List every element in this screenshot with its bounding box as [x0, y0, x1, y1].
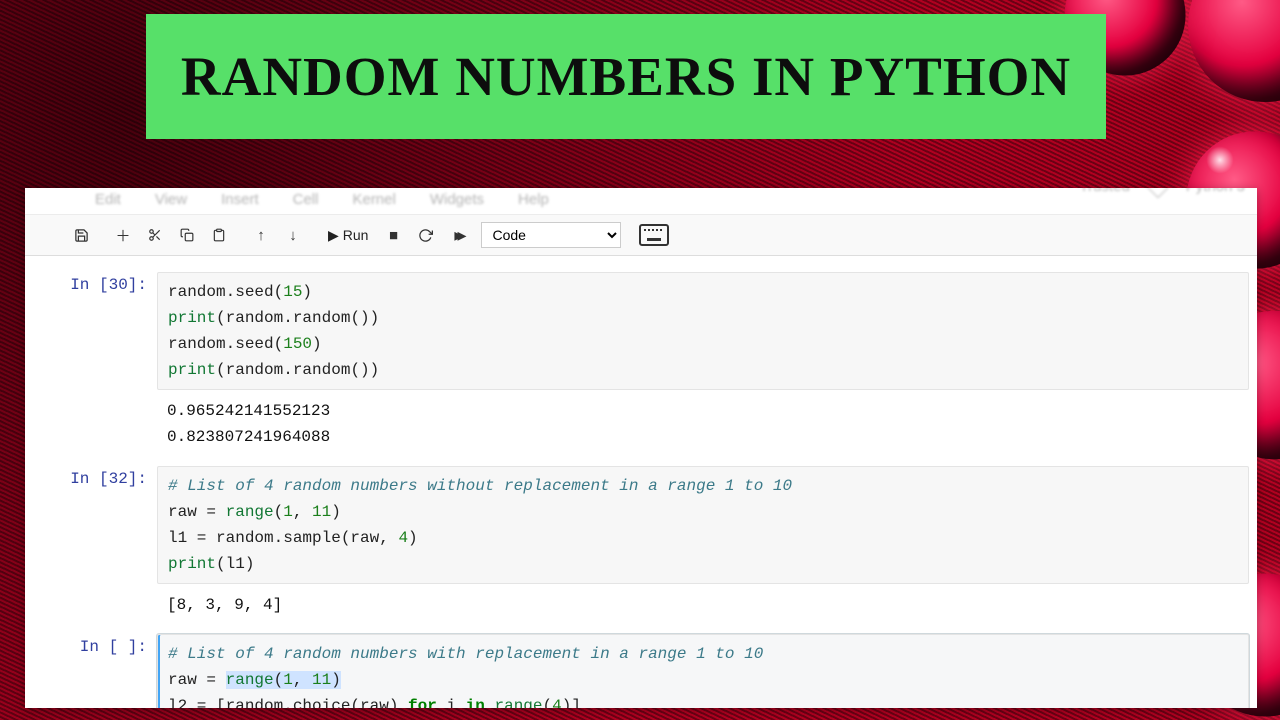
restart-run-all-button[interactable]: ▸▸ [441, 221, 473, 249]
cell-output: 0.965242141552123 0.823807241964088 [157, 390, 1249, 454]
move-cell-down-button[interactable]: ↓ [277, 221, 309, 249]
code-input-area[interactable]: # List of 4 random numbers without repla… [157, 466, 1249, 584]
kernel-indicator[interactable]: Python 3 [1186, 188, 1245, 195]
menu-cell[interactable]: Cell [293, 191, 319, 208]
run-cell-button[interactable]: ▶ Run [319, 221, 377, 249]
menu-view[interactable]: View [155, 191, 187, 208]
code-content[interactable]: # List of 4 random numbers with replacem… [168, 641, 1238, 708]
cell-type-select[interactable]: Code [481, 222, 621, 248]
jupyter-notebook-window: Edit View Insert Cell Kernel Widgets Hel… [25, 188, 1257, 708]
save-button[interactable] [65, 221, 97, 249]
input-prompt: In [32]: [55, 466, 157, 622]
cut-cell-button[interactable] [139, 221, 171, 249]
notebook-cells: In [30]:random.seed(15) print(random.ran… [25, 256, 1257, 708]
edit-mode-icon [1146, 188, 1169, 198]
trusted-indicator[interactable]: Trusted [1079, 188, 1129, 195]
page-title: RANDOM NUMBERS IN PYTHON [181, 45, 1071, 108]
code-input-area[interactable]: # List of 4 random numbers with replacem… [157, 634, 1249, 708]
cell-body: # List of 4 random numbers without repla… [157, 466, 1249, 622]
toolbar: ＋ ↑ ↓ ▶ Run ■ ▸▸ Code [25, 215, 1257, 256]
insert-cell-below-button[interactable]: ＋ [107, 221, 139, 249]
input-prompt: In [30]: [55, 272, 157, 454]
code-cell[interactable]: In [30]:random.seed(15) print(random.ran… [25, 266, 1257, 460]
run-label: Run [343, 227, 369, 243]
menu-widgets[interactable]: Widgets [430, 191, 484, 208]
menu-edit[interactable]: Edit [95, 191, 121, 208]
cell-output: [8, 3, 9, 4] [157, 584, 1249, 622]
code-input-area[interactable]: random.seed(15) print(random.random()) r… [157, 272, 1249, 390]
input-prompt: In [ ]: [55, 634, 157, 708]
code-cell[interactable]: In [ ]:# List of 4 random numbers with r… [25, 628, 1257, 708]
menubar: Edit View Insert Cell Kernel Widgets Hel… [25, 188, 1257, 215]
menu-help[interactable]: Help [518, 191, 549, 208]
cell-body: random.seed(15) print(random.random()) r… [157, 272, 1249, 454]
code-content[interactable]: random.seed(15) print(random.random()) r… [168, 279, 1238, 383]
code-content[interactable]: # List of 4 random numbers without repla… [168, 473, 1238, 577]
menu-insert[interactable]: Insert [221, 191, 259, 208]
copy-cell-button[interactable] [171, 221, 203, 249]
paste-cell-button[interactable] [203, 221, 235, 249]
command-palette-icon[interactable] [639, 224, 669, 246]
run-icon: ▶ [328, 227, 339, 244]
cell-body: # List of 4 random numbers with replacem… [157, 634, 1249, 708]
title-banner: RANDOM NUMBERS IN PYTHON [146, 14, 1106, 139]
menu-kernel[interactable]: Kernel [352, 191, 395, 208]
interrupt-kernel-button[interactable]: ■ [377, 221, 409, 249]
move-cell-up-button[interactable]: ↑ [245, 221, 277, 249]
code-cell[interactable]: In [32]:# List of 4 random numbers witho… [25, 460, 1257, 628]
restart-kernel-button[interactable] [409, 221, 441, 249]
